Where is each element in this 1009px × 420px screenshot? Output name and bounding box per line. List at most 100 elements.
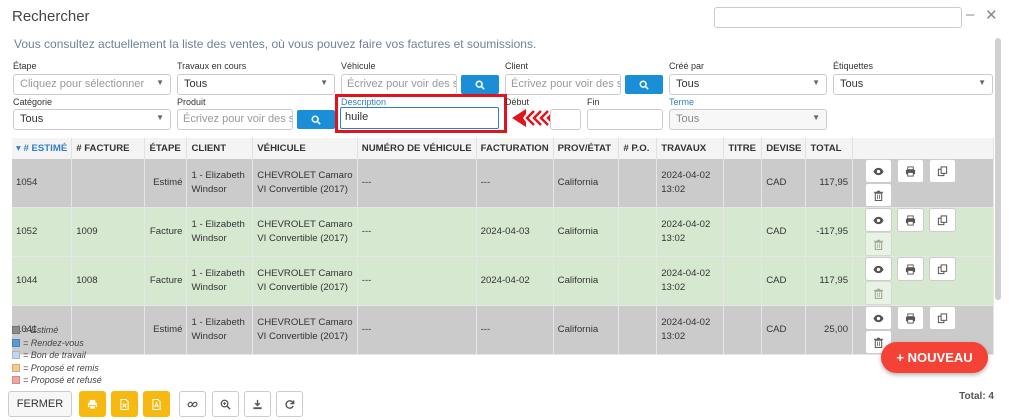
col-estime[interactable]: ▾ # ESTIMÉ: [12, 138, 73, 159]
legend-swatch: [12, 338, 20, 347]
print-button[interactable]: [79, 391, 106, 417]
delete-button[interactable]: [865, 183, 893, 207]
download-button[interactable]: [244, 391, 271, 417]
filter-cree-par-select[interactable]: Tous ▼: [669, 74, 827, 95]
legend-item: = Proposé et remis: [12, 362, 102, 375]
cell-numero-vehicule: ---: [357, 207, 477, 257]
filter-etiquettes-select[interactable]: Tous ▼: [833, 74, 993, 95]
col-facture[interactable]: # FACTURE: [71, 138, 146, 159]
search-icon: [311, 115, 321, 125]
filter-produit-label: Produit: [177, 97, 206, 107]
cell-total: -117,95: [805, 207, 854, 257]
chevron-down-icon: ▼: [320, 78, 328, 87]
close-icon[interactable]: ✕: [985, 6, 998, 24]
cell-devise: CAD: [761, 159, 807, 208]
filter-travaux-select[interactable]: Tous ▼: [177, 74, 335, 95]
col-numero-vehicule[interactable]: NUMÉRO DE VÉHICULE: [357, 138, 477, 159]
refresh-button[interactable]: [276, 391, 303, 417]
filter-client-input[interactable]: Écrivez pour voir des s: [505, 74, 621, 95]
cell-facturation: ---: [476, 305, 554, 355]
col-actions: [852, 138, 994, 159]
export-pdf-button[interactable]: [143, 391, 170, 417]
filter-etape-select[interactable]: Cliquez pour sélectionner ▼: [13, 74, 171, 95]
cell-etape: Facture: [144, 256, 188, 306]
filter-categorie-select[interactable]: Tous ▼: [13, 109, 171, 130]
cell-po: [618, 305, 658, 355]
cell-devise: CAD: [761, 305, 807, 355]
table-row[interactable]: 1044 1008 Facture 1 - Elizabeth Windsor CHEVR…: [12, 256, 994, 306]
table-row[interactable]: 1041 Estimé 1 - Elizabeth Windsor CHEVROLET …: [12, 305, 994, 355]
print-row-button[interactable]: [897, 306, 925, 330]
cell-estime: 1052: [12, 207, 73, 257]
duplicate-button[interactable]: [929, 257, 957, 281]
vehicule-search-button[interactable]: [461, 75, 499, 94]
cell-titre: [723, 207, 763, 257]
legend-swatch: [12, 326, 20, 335]
cell-numero-vehicule: ---: [357, 159, 477, 208]
print-row-button[interactable]: [897, 257, 925, 281]
col-prov-etat[interactable]: PROV/ÉTAT: [553, 138, 620, 159]
filter-terme-select[interactable]: Tous ▼: [669, 109, 827, 130]
col-travaux[interactable]: TRAVAUX: [656, 138, 725, 159]
cell-facturation: 2024-04-02: [476, 256, 554, 306]
cell-travaux: 2024-04-02 13:02: [656, 305, 725, 355]
global-search-input[interactable]: [714, 7, 962, 28]
cell-po: [618, 159, 658, 208]
view-button[interactable]: [865, 257, 893, 281]
cell-vehicule: CHEVROLET Camaro VI Convertible (2017): [252, 305, 358, 355]
window-title: Rechercher: [12, 8, 90, 25]
delete-button[interactable]: [865, 281, 893, 305]
view-button[interactable]: [865, 306, 893, 330]
cell-facture: 1009: [71, 207, 146, 257]
col-vehicule[interactable]: VÉHICULE: [252, 138, 358, 159]
filter-client-label: Client: [505, 61, 529, 71]
duplicate-button[interactable]: [929, 159, 957, 183]
minimize-icon[interactable]: –: [966, 6, 974, 23]
total-count: Total: 4: [959, 391, 994, 402]
view-button[interactable]: [865, 159, 893, 183]
filter-debut-label: Début: [505, 97, 530, 107]
cell-prov-etat: California: [553, 159, 620, 208]
view-button[interactable]: [865, 208, 893, 232]
table-header-row: ▾ # ESTIMÉ # FACTURE ÉTAPE CLIENT VÉHICU…: [12, 138, 994, 159]
col-client[interactable]: CLIENT: [186, 138, 254, 159]
delete-button[interactable]: [865, 232, 893, 256]
cell-titre: [723, 256, 763, 306]
filter-fin-input[interactable]: [587, 109, 663, 130]
print-row-button[interactable]: [897, 208, 925, 232]
table-row[interactable]: 1054 Estimé 1 - Elizabeth Windsor CHEVROLET …: [12, 159, 994, 208]
filter-categorie-label: Catégorie: [13, 97, 53, 107]
filter-vehicule-input[interactable]: Écrivez pour voir des s: [341, 74, 457, 95]
search-icon: [639, 80, 649, 90]
link-button[interactable]: [179, 391, 206, 417]
cell-devise: CAD: [761, 207, 807, 257]
col-facturation[interactable]: FACTURATION: [476, 138, 554, 159]
col-devise[interactable]: DEVISE: [761, 138, 807, 159]
filter-produit-input[interactable]: Écrivez pour voir des s: [177, 109, 293, 130]
col-etape[interactable]: ÉTAPE: [144, 138, 188, 159]
scrollbar[interactable]: [995, 38, 1001, 300]
view-icon: [873, 314, 884, 322]
duplicate-button[interactable]: [929, 306, 957, 330]
filter-debut-input[interactable]: [550, 109, 581, 130]
export-excel-button[interactable]: [111, 391, 138, 417]
table-row[interactable]: 1052 1009 Facture 1 - Elizabeth Windsor CHEVR…: [12, 207, 994, 257]
col-total[interactable]: TOTAL: [805, 138, 854, 159]
client-search-button[interactable]: [625, 75, 663, 94]
duplicate-button[interactable]: [929, 208, 957, 232]
cell-devise: CAD: [761, 256, 807, 306]
chevron-down-icon: ▼: [812, 78, 820, 87]
download-icon: [253, 399, 262, 409]
col-titre[interactable]: TITRE: [723, 138, 763, 159]
view-icon: [873, 216, 884, 224]
filter-etape-label: Étape: [13, 61, 37, 71]
excel-file-icon: [120, 398, 129, 410]
col-po[interactable]: # P.O.: [618, 138, 658, 159]
zoom-button[interactable]: [212, 391, 239, 417]
print-icon: [87, 399, 98, 410]
new-button[interactable]: + NOUVEAU: [881, 342, 988, 373]
produit-search-button[interactable]: [297, 110, 335, 129]
print-row-button[interactable]: [897, 159, 925, 183]
cell-etape: Estimé: [144, 159, 188, 208]
close-button[interactable]: FERMER: [8, 391, 72, 417]
